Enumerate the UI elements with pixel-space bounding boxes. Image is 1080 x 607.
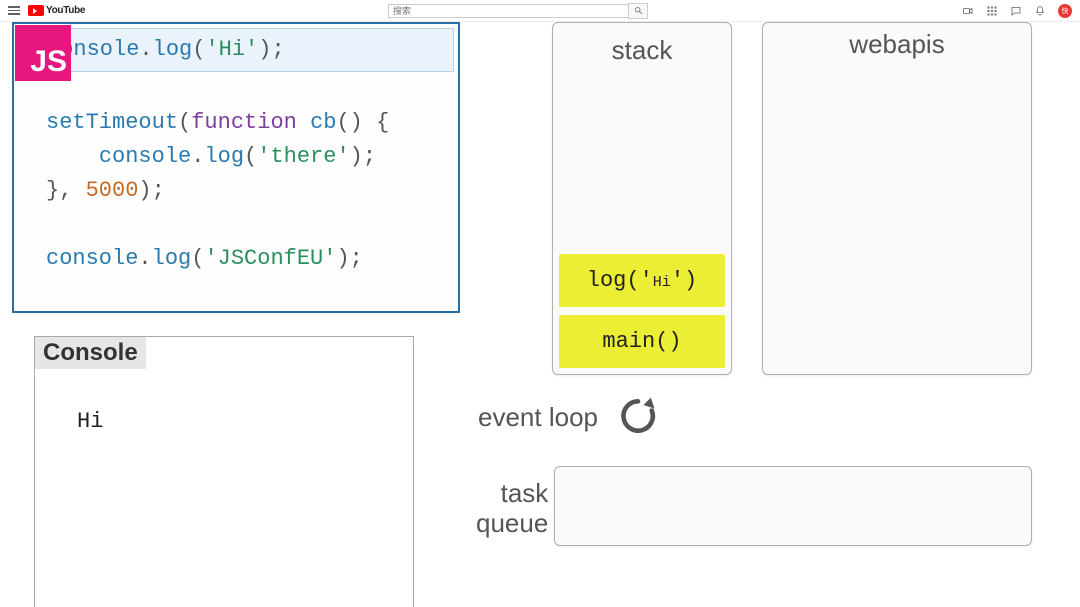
stack-frames: log('Hi') main() [559,254,725,368]
search-input[interactable] [388,4,628,18]
stack-frame: main() [559,315,725,368]
messages-icon[interactable] [1010,5,1022,17]
stack-frame: log('Hi') [559,254,725,307]
code-line: console.log('JSConfEU'); [14,242,458,276]
create-video-icon[interactable] [962,5,974,17]
hamburger-menu-icon[interactable] [8,6,20,15]
code-line: console.log('there'); [14,140,458,174]
code-line: setTimeout(function cb() { [14,106,458,140]
code-line [14,72,458,106]
stack-panel: stack log('Hi') main() [552,22,732,375]
webapis-title: webapis [763,23,1031,60]
youtube-play-icon [28,5,44,16]
console-panel: Console Hi [34,336,414,607]
event-loop-label: event loop [478,402,598,433]
youtube-header: YouTube 快 [0,0,1080,22]
task-queue-panel [554,466,1032,546]
search-box [388,3,648,19]
webapis-panel: webapis [762,22,1032,375]
console-title: Console [35,337,146,369]
apps-grid-icon[interactable] [986,5,998,17]
console-output: Hi [77,409,103,434]
youtube-wordmark: YouTube [46,5,85,16]
code-line [14,208,458,242]
code-line: }, 5000); [14,174,458,208]
event-loop-arrow-icon [616,394,660,438]
search-button[interactable] [628,3,648,19]
code-line: console.log('Hi'); [18,28,454,72]
video-content: JS console.log('Hi'); setTimeout(functio… [0,22,1080,607]
search-icon [634,6,643,15]
notifications-bell-icon[interactable] [1034,5,1046,17]
stack-title: stack [559,29,725,66]
task-queue-label: task queue [476,478,548,538]
code-panel: console.log('Hi'); setTimeout(function c… [12,22,460,313]
js-badge-text: JS [30,47,67,77]
youtube-logo[interactable]: YouTube [28,5,85,16]
avatar[interactable]: 快 [1058,4,1072,18]
js-badge: JS [15,25,71,81]
